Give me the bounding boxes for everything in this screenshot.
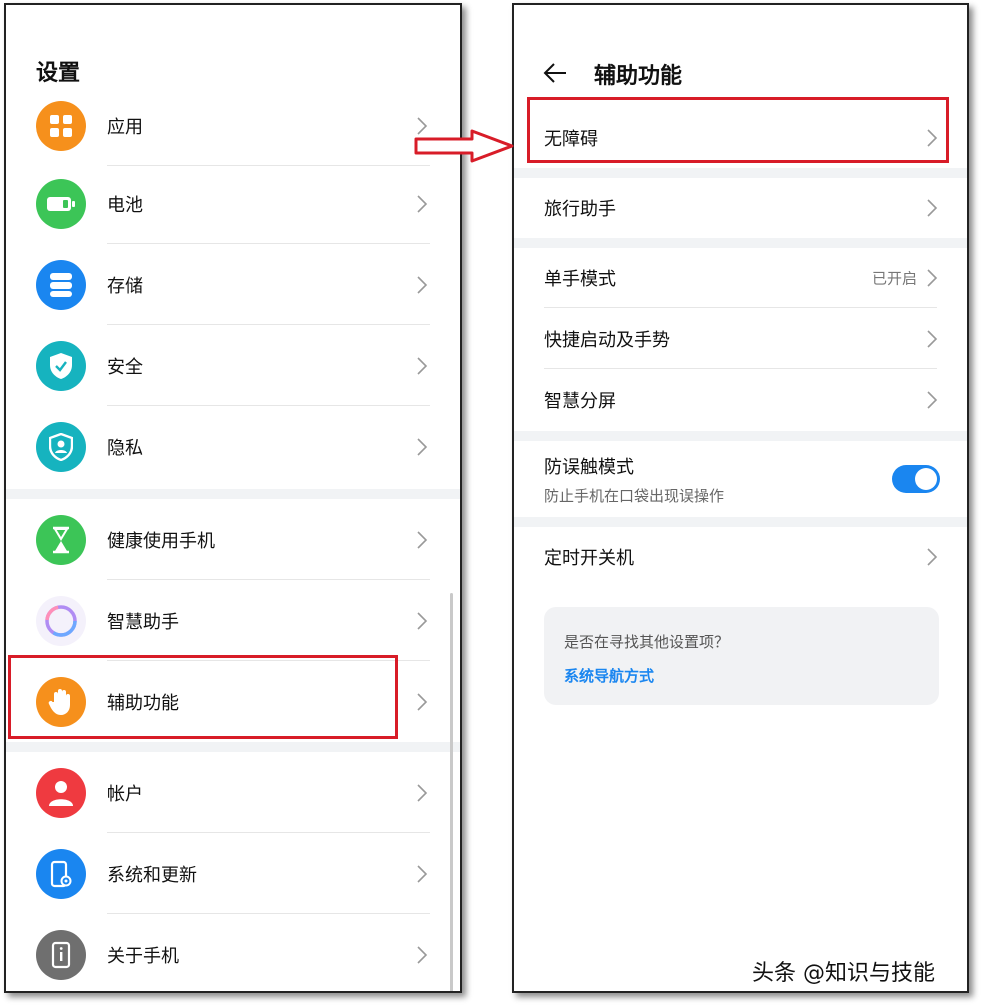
suggestion-link[interactable]: 系统导航方式 [564, 665, 654, 686]
chevron-right-icon [927, 548, 938, 566]
settings-screen: 设置 应用 电池 存储 安全 隐私 健康使用手机 智慧助手 辅助功能 帐户 系统… [4, 3, 462, 993]
pocket-mode-toggle[interactable] [892, 465, 940, 493]
section-gap [514, 238, 967, 248]
settings-item-label: 防误触模式 [544, 457, 634, 478]
settings-item-label: 健康使用手机 [107, 530, 215, 552]
section-gap [6, 742, 460, 752]
section-gap [514, 168, 967, 178]
chevron-right-icon [927, 269, 938, 287]
shield-check-icon [36, 340, 86, 391]
chevron-right-icon [417, 356, 428, 375]
chevron-right-icon [417, 783, 428, 802]
watermark: 头条 @知识与技能 [752, 961, 935, 986]
chevron-right-icon [417, 945, 428, 964]
assistant-ring-icon [36, 595, 86, 646]
settings-item-label: 单手模式 [544, 269, 616, 290]
settings-item-digital-balance[interactable]: 健康使用手机 [6, 499, 460, 580]
privacy-icon [36, 421, 86, 472]
section-gap [514, 517, 967, 527]
settings-item-label: 应用 [107, 116, 143, 138]
settings-item-one-handed-mode[interactable]: 单手模式 已开启 [514, 248, 967, 308]
settings-item-label: 电池 [107, 194, 143, 216]
settings-item-label: 定时开关机 [544, 548, 634, 569]
settings-item-about-phone[interactable]: 关于手机 [6, 914, 460, 991]
chevron-right-icon [417, 611, 428, 630]
apps-grid-icon [36, 100, 86, 151]
settings-item-split-screen[interactable]: 智慧分屏 [514, 370, 967, 430]
section-gap [6, 489, 460, 499]
chevron-right-icon [417, 692, 428, 711]
settings-item-travel-assistant[interactable]: 旅行助手 [514, 178, 967, 238]
chevron-right-icon [417, 437, 428, 456]
storage-icon [36, 259, 86, 310]
settings-item-label: 智慧分屏 [544, 391, 616, 412]
toggle-knob [915, 468, 937, 490]
settings-item-account[interactable]: 帐户 [6, 752, 460, 833]
settings-item-smart-assistant[interactable]: 智慧助手 [6, 580, 460, 661]
phone-info-icon [36, 929, 86, 980]
settings-item-apps[interactable]: 应用 [6, 85, 460, 166]
settings-item-description: 防止手机在口袋出现误操作 [544, 487, 725, 505]
settings-item-privacy[interactable]: 隐私 [6, 406, 460, 487]
chevron-right-icon [417, 530, 428, 549]
battery-icon [36, 178, 86, 229]
chevron-right-icon [417, 864, 428, 883]
chevron-right-icon [927, 330, 938, 348]
settings-item-system-update[interactable]: 系统和更新 [6, 833, 460, 914]
settings-item-label: 系统和更新 [107, 864, 197, 886]
pointer-arrow-icon [414, 129, 514, 163]
status-text: 已开启 [871, 269, 917, 288]
scrollbar[interactable] [450, 593, 453, 991]
chevron-right-icon [927, 199, 938, 217]
highlight-box-accessibility [8, 655, 398, 739]
divider [544, 307, 937, 308]
settings-item-security[interactable]: 安全 [6, 325, 460, 406]
settings-item-storage[interactable]: 存储 [6, 244, 460, 325]
suggestion-question: 是否在寻找其他设置项？ [564, 633, 730, 651]
settings-item-label: 存储 [107, 275, 143, 297]
hourglass-icon [36, 514, 86, 565]
settings-item-scheduled-power[interactable]: 定时开关机 [514, 527, 967, 587]
chevron-right-icon [927, 391, 938, 409]
settings-item-shortcuts-gestures[interactable]: 快捷启动及手势 [514, 309, 967, 369]
chevron-right-icon [417, 194, 428, 213]
back-arrow-icon[interactable] [542, 60, 568, 86]
settings-item-label: 安全 [107, 356, 143, 378]
settings-item-label: 关于手机 [107, 945, 179, 967]
settings-item-pocket-mode: 防误触模式 防止手机在口袋出现误操作 [514, 441, 967, 517]
section-gap [514, 431, 967, 441]
divider [544, 368, 937, 369]
page-title: 设置 [36, 61, 81, 86]
settings-item-battery[interactable]: 电池 [6, 163, 460, 244]
page-title: 辅助功能 [594, 64, 683, 89]
settings-item-label: 智慧助手 [107, 611, 179, 633]
suggestion-card: 是否在寻找其他设置项？ 系统导航方式 [544, 607, 939, 705]
account-icon [36, 767, 86, 818]
settings-item-label: 帐户 [107, 783, 143, 805]
settings-item-label: 旅行助手 [544, 199, 616, 220]
chevron-right-icon [417, 275, 428, 294]
settings-item-label: 快捷启动及手势 [544, 330, 670, 351]
system-update-icon [36, 848, 86, 899]
settings-item-label: 隐私 [107, 437, 143, 459]
highlight-box-barrier-free [527, 97, 949, 163]
